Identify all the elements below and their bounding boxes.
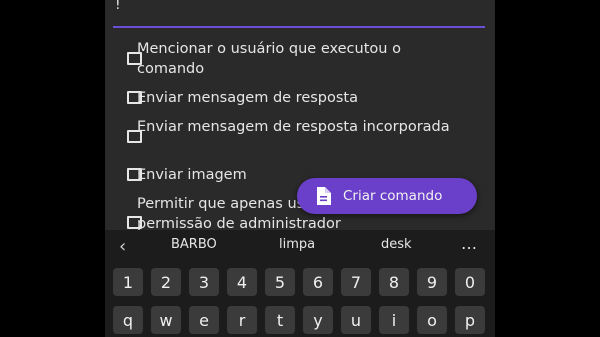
suggestion-word[interactable]: desk: [381, 237, 412, 252]
key-t[interactable]: t: [265, 306, 295, 334]
key-i[interactable]: i: [379, 306, 409, 334]
letter-row: q w e r t y u i o p: [113, 306, 485, 334]
key-8[interactable]: 8: [379, 268, 409, 296]
create-command-button[interactable]: Criar comando: [297, 178, 477, 214]
key-w[interactable]: w: [151, 306, 181, 334]
suggestion-word[interactable]: limpa: [279, 237, 315, 252]
app-screen: ! Mencionar o usuário que executou o com…: [105, 0, 495, 337]
option-label: Enviar mensagem de resposta incorporada: [137, 119, 450, 135]
command-input-value: !: [115, 0, 121, 13]
key-1[interactable]: 1: [113, 268, 143, 296]
key-u[interactable]: u: [341, 306, 371, 334]
chevron-left-icon[interactable]: ‹: [119, 236, 126, 257]
create-command-label: Criar comando: [343, 188, 443, 204]
key-6[interactable]: 6: [303, 268, 333, 296]
command-input[interactable]: !: [113, 0, 485, 28]
more-options-icon[interactable]: …: [461, 234, 478, 253]
key-2[interactable]: 2: [151, 268, 181, 296]
key-y[interactable]: y: [303, 306, 333, 334]
key-5[interactable]: 5: [265, 268, 295, 296]
number-row: 1 2 3 4 5 6 7 8 9 0: [113, 268, 485, 296]
key-r[interactable]: r: [227, 306, 257, 334]
key-0[interactable]: 0: [455, 268, 485, 296]
key-9[interactable]: 9: [417, 268, 447, 296]
key-p[interactable]: p: [455, 306, 485, 334]
key-3[interactable]: 3: [189, 268, 219, 296]
document-icon: [317, 187, 331, 205]
option-label: Mencionar o usuário que executou o coman…: [137, 41, 401, 77]
option-label: Enviar mensagem de resposta: [137, 90, 359, 106]
suggestion-bar: ‹ BARBO limpa desk …: [105, 230, 495, 262]
key-e[interactable]: e: [189, 306, 219, 334]
key-4[interactable]: 4: [227, 268, 257, 296]
suggestion-word[interactable]: BARBO: [171, 237, 217, 252]
key-q[interactable]: q: [113, 306, 143, 334]
key-7[interactable]: 7: [341, 268, 371, 296]
key-o[interactable]: o: [417, 306, 447, 334]
keyboard: ‹ BARBO limpa desk … 1 2 3 4 5 6 7 8 9 0…: [105, 230, 495, 337]
